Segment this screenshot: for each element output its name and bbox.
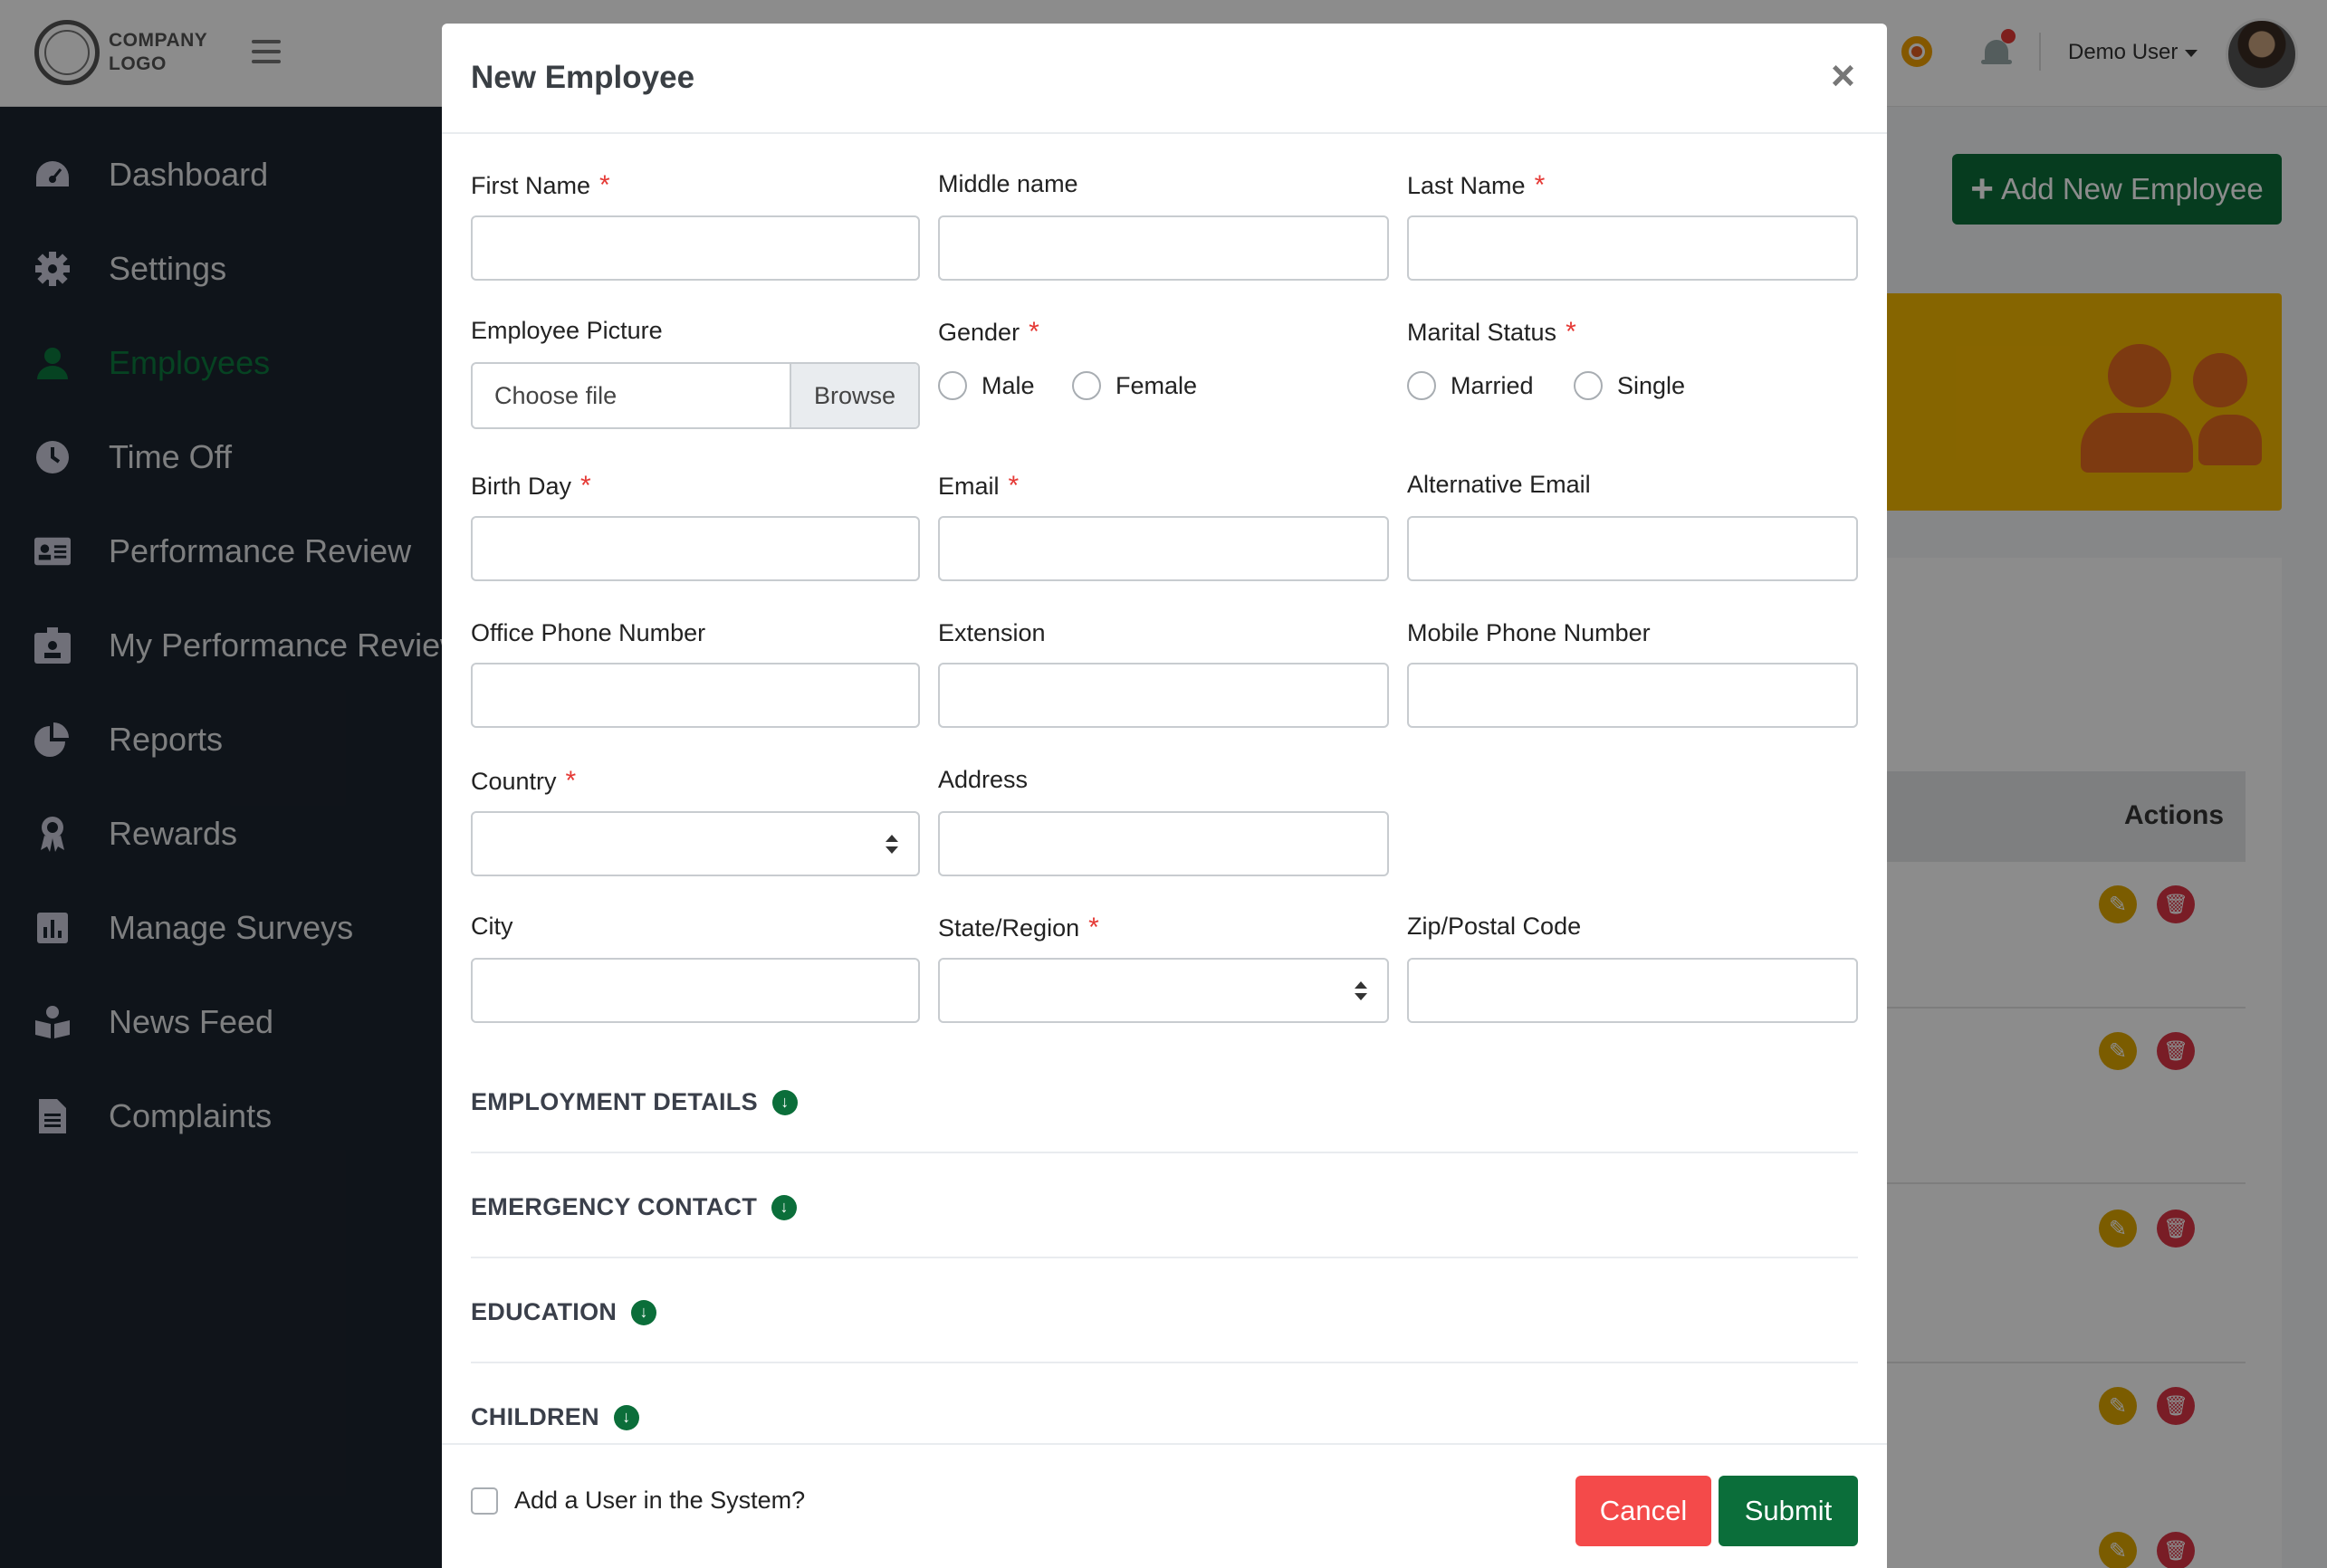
required-asterisk: * (1008, 471, 1020, 501)
zip-code-label: Zip/Postal Code (1407, 913, 1582, 940)
radio-circle[interactable] (1574, 371, 1603, 400)
city-input[interactable] (471, 958, 920, 1023)
state-region-label: State/Region * (938, 913, 1099, 942)
city-label: City (471, 913, 513, 940)
country-label: Country * (471, 766, 577, 796)
radio-circle[interactable] (938, 371, 967, 400)
alternative-email-label: Alternative Email (1407, 471, 1591, 498)
birth-day-input[interactable] (471, 516, 920, 581)
birth-day-label: Birth Day * (471, 471, 591, 501)
section-title[interactable]: EDUCATION ↓ (471, 1298, 657, 1326)
marital-married-radio[interactable]: Married (1407, 371, 1534, 400)
cancel-button[interactable]: Cancel (1575, 1476, 1711, 1546)
country-select[interactable] (471, 811, 920, 876)
middle-name-label: Middle name (938, 170, 1078, 197)
required-asterisk: * (1566, 317, 1576, 347)
section-title[interactable]: EMERGENCY CONTACT ↓ (471, 1193, 798, 1221)
zip-code-input[interactable] (1407, 958, 1858, 1023)
select-arrows-icon (886, 835, 898, 856)
checkbox-box[interactable] (471, 1487, 498, 1515)
required-asterisk: * (565, 766, 577, 796)
address-input[interactable] (938, 811, 1389, 876)
new-employee-modal: New Employee × First Name * Middle name L… (442, 24, 1887, 1568)
add-user-checkbox-label: Add a User in the System? (514, 1487, 806, 1514)
required-asterisk: * (599, 170, 610, 200)
last-name-label: Last Name * (1407, 170, 1546, 200)
required-asterisk: * (580, 471, 591, 501)
modal-footer: Add a User in the System? Cancel Submit (442, 1443, 1887, 1568)
required-asterisk: * (1029, 317, 1039, 347)
browse-button[interactable]: Browse (790, 364, 918, 427)
employee-picture-label: Employee Picture (471, 317, 663, 344)
office-phone-input[interactable] (471, 663, 920, 728)
last-name-input[interactable] (1407, 215, 1858, 281)
select-arrows-icon (1355, 981, 1367, 1003)
modal-title: New Employee (471, 60, 695, 95)
arrow-down-circle-icon[interactable]: ↓ (631, 1299, 657, 1325)
mobile-phone-input[interactable] (1407, 663, 1858, 728)
modal-header: New Employee × (442, 24, 1887, 134)
state-region-select[interactable] (938, 958, 1389, 1023)
radio-circle[interactable] (1407, 371, 1436, 400)
add-user-checkbox[interactable]: Add a User in the System? (471, 1487, 805, 1515)
office-phone-label: Office Phone Number (471, 619, 706, 646)
gender-female-radio[interactable]: Female (1072, 371, 1197, 400)
submit-button[interactable]: Submit (1719, 1476, 1858, 1546)
mobile-phone-label: Mobile Phone Number (1407, 619, 1651, 646)
required-asterisk: * (1088, 913, 1099, 942)
email-label: Email * (938, 471, 1020, 501)
gender-male-radio[interactable]: Male (938, 371, 1035, 400)
section-emergency-contact[interactable]: EMERGENCY CONTACT ↓ (471, 1153, 1858, 1258)
email-input[interactable] (938, 516, 1389, 581)
file-placeholder: Choose file (494, 382, 618, 409)
middle-name-input[interactable] (938, 215, 1389, 281)
arrow-down-circle-icon[interactable]: ↓ (771, 1194, 798, 1220)
first-name-label: First Name * (471, 170, 610, 200)
section-title[interactable]: EMPLOYMENT DETAILS ↓ (471, 1088, 798, 1116)
section-title[interactable]: CHILDREN ↓ (471, 1403, 639, 1431)
required-asterisk: * (1534, 170, 1546, 200)
alternative-email-input[interactable] (1407, 516, 1858, 581)
close-icon[interactable]: × (1831, 54, 1855, 96)
section-education[interactable]: EDUCATION ↓ (471, 1258, 1858, 1363)
radio-circle[interactable] (1072, 371, 1101, 400)
marital-status-label: Marital Status * (1407, 317, 1576, 347)
first-name-input[interactable] (471, 215, 920, 281)
arrow-down-circle-icon[interactable]: ↓ (613, 1404, 639, 1430)
extension-label: Extension (938, 619, 1046, 646)
gender-label: Gender * (938, 317, 1039, 347)
arrow-down-circle-icon[interactable]: ↓ (771, 1089, 798, 1115)
marital-single-radio[interactable]: Single (1574, 371, 1685, 400)
section-employment-details[interactable]: EMPLOYMENT DETAILS ↓ (471, 1048, 1858, 1153)
address-label: Address (938, 766, 1029, 793)
extension-input[interactable] (938, 663, 1389, 728)
employee-picture-file-input[interactable]: Choose file Browse (471, 362, 920, 429)
